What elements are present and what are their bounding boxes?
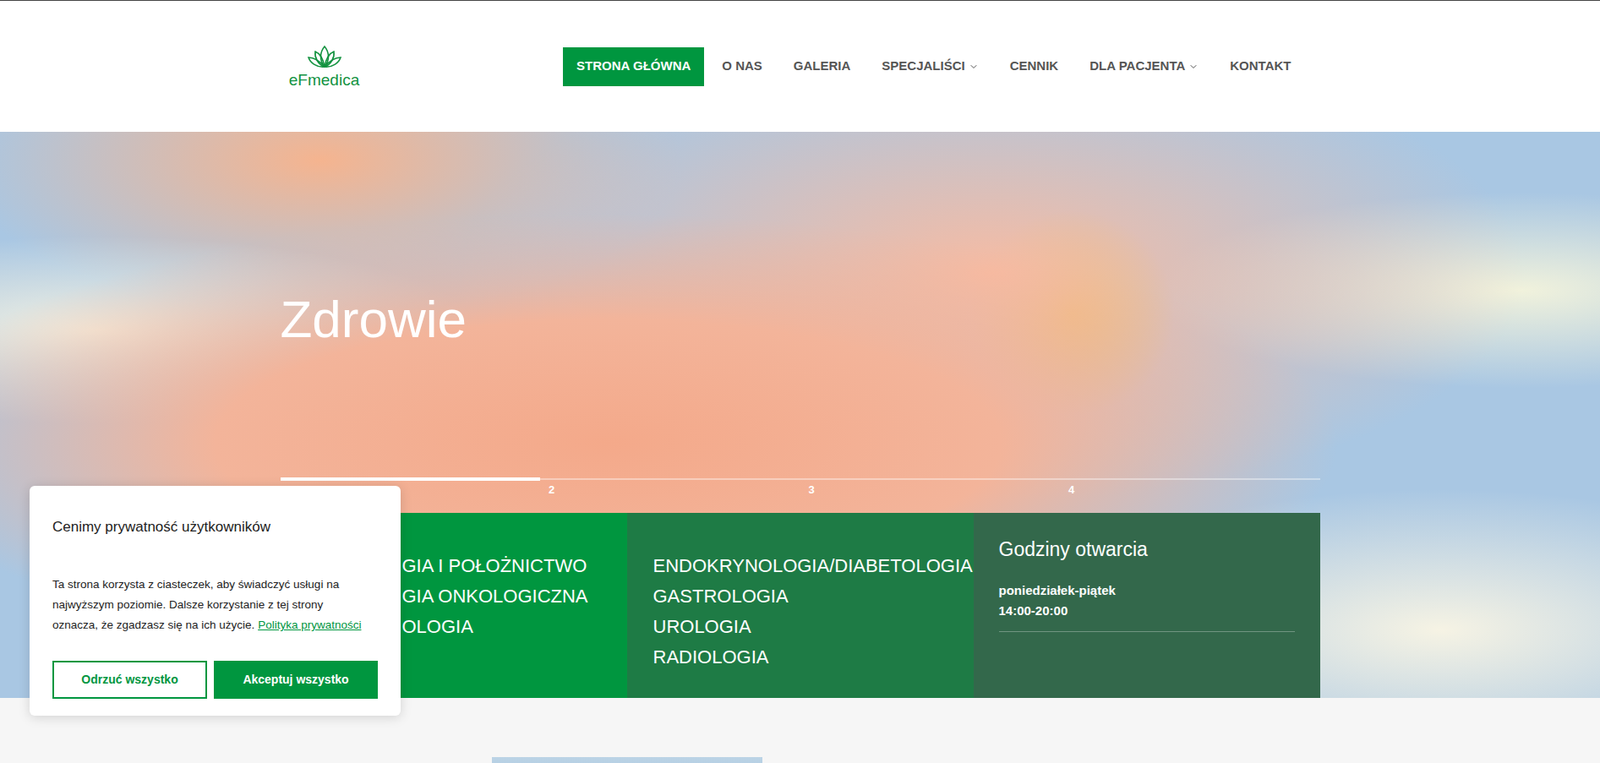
cookie-button[interactable]: Akceptuj wszystko (213, 660, 378, 699)
specialty-link[interactable]: GIA I POŁOŻNICTWO (402, 551, 621, 582)
nav-item[interactable]: DLA PACJENTA (1075, 47, 1213, 87)
page: eFmedica STRONA GŁÓWNAO NASGALERIASPECJAL… (0, 0, 1600, 763)
slider-segment[interactable]: 2 (540, 478, 801, 497)
hours-panel: Godziny otwarcia poniedziałek-piątek14:00… (973, 513, 1321, 699)
logo[interactable]: eFmedica (288, 43, 361, 90)
privacy-link[interactable]: Polityka prywatności (257, 618, 361, 632)
slider-segment[interactable]: 3 (800, 478, 1061, 497)
specialty-link[interactable]: UROLOGIA (653, 611, 967, 643)
content-image (491, 757, 763, 763)
specialty-link[interactable]: OLOGIA (402, 611, 621, 643)
cookie-title: Cenimy prywatność użytkowników (52, 517, 378, 538)
cookie-button[interactable]: Odrzuć wszystko (52, 660, 208, 699)
nav-item[interactable]: SPECJALIŚCI (868, 47, 992, 87)
nav-item[interactable]: O NAS (708, 47, 776, 87)
nav-item[interactable]: CENNIK (996, 47, 1073, 87)
specialty-panel: ENDOKRYNOLOGIA/DIABETOLOGIAGASTROLOGIAUR… (627, 513, 974, 699)
lotus-icon (305, 43, 344, 71)
cookie-banner: Cenimy prywatność użytkowników Ta strona … (29, 486, 401, 716)
cookie-text: Ta strona korzysta z ciasteczek, aby świ… (52, 574, 370, 636)
hours-title: Godziny otwarcia (999, 536, 1295, 563)
hours-time: 14:00-20:00 (999, 600, 1295, 622)
hero-title: Zdrowie (280, 288, 1321, 351)
hours-days: poniedziałek-piątek (999, 580, 1295, 601)
nav-item[interactable]: GALERIA (780, 47, 865, 87)
header: eFmedica STRONA GŁÓWNAO NASGALERIASPECJAL… (0, 0, 1600, 132)
specialty-link[interactable]: GIA ONKOLOGICZNA (402, 581, 621, 612)
nav-item[interactable]: STRONA GŁÓWNA (562, 47, 705, 87)
specialty-link[interactable]: ENDOKRYNOLOGIA/DIABETOLOGIA (653, 551, 967, 582)
slider-nav: 234 (280, 478, 1321, 497)
specialty-link[interactable]: GASTROLOGIA (653, 581, 967, 612)
chevron-down-icon (1188, 61, 1199, 72)
chevron-down-icon (968, 61, 979, 72)
main-nav: STRONA GŁÓWNAO NASGALERIASPECJALIŚCICENN… (562, 47, 1305, 87)
specialty-link[interactable]: RADIOLOGIA (653, 642, 967, 673)
nav-item[interactable]: KONTAKT (1216, 47, 1305, 87)
info-panels: GIA I POŁOŻNICTWOGIA ONKOLOGICZNAOLOGIAE… (280, 513, 1321, 699)
slider-segment[interactable]: 4 (1059, 478, 1321, 497)
